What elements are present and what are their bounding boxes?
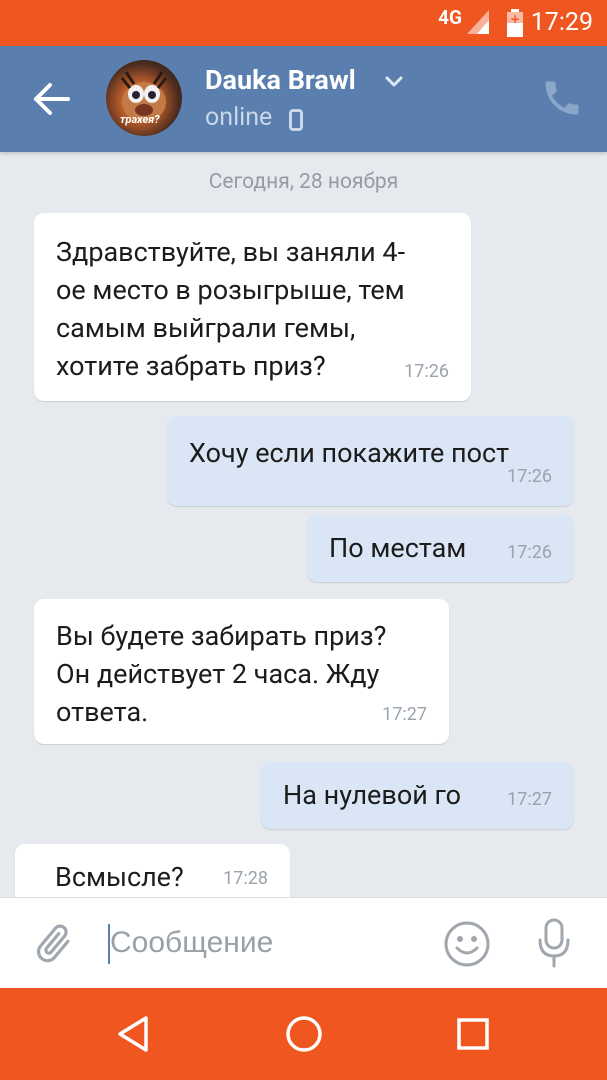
- message-text-line: ое место в розыгрыше, тем: [56, 274, 405, 306]
- voice-message-button[interactable]: [532, 916, 576, 970]
- message-time: 17:27: [507, 789, 552, 810]
- message-bubble-incoming[interactable]: Вы будете забирать приз? Он действует 2 …: [34, 599, 449, 744]
- message-bubble-outgoing[interactable]: Хочу если покажите пост 17:26: [167, 416, 574, 506]
- triangle-back-icon: [118, 1016, 148, 1052]
- message-bubble-outgoing[interactable]: По местам 17:26: [307, 515, 574, 582]
- paperclip-icon: [37, 924, 70, 963]
- message-text-line: Вы будете забирать приз?: [56, 620, 387, 652]
- phone-icon: [545, 81, 579, 115]
- battery-icon: +: [507, 9, 523, 41]
- avatar-caption: трахея?: [120, 113, 160, 126]
- message-text-line: Он действует 2 часа. Жду: [56, 658, 380, 690]
- message-bubble-incoming[interactable]: Здравствуйте, вы заняли 4- ое место в ро…: [34, 213, 471, 401]
- online-status: online: [205, 103, 273, 132]
- chat-header: трахея? Dauka Brawl online: [0, 46, 607, 152]
- circle-home-icon: [286, 1016, 322, 1052]
- message-bubble-incoming[interactable]: Всмысле? 17:28: [15, 844, 290, 897]
- avatar[interactable]: трахея?: [106, 60, 182, 136]
- date-separator: Сегодня, 28 ноября: [208, 170, 399, 194]
- microphone-icon: [538, 918, 570, 968]
- nav-back-button[interactable]: [112, 1012, 156, 1056]
- signal-icon: [467, 10, 489, 38]
- system-nav-bar: [0, 988, 607, 1080]
- message-composer: [0, 897, 607, 988]
- message-text-line: Здравствуйте, вы заняли 4-: [56, 236, 406, 268]
- message-list[interactable]: Сегодня, 28 ноября Здравствуйте, вы заня…: [0, 152, 607, 897]
- back-button[interactable]: [24, 74, 80, 124]
- square-recent-icon: [457, 1018, 489, 1050]
- message-text-line: самым выйграли гемы,: [56, 312, 356, 344]
- nav-recent-apps-button[interactable]: [451, 1012, 495, 1056]
- message-time: 17:26: [404, 361, 449, 382]
- message-time: 17:26: [507, 542, 552, 563]
- status-bar: 4G + 17:29: [0, 0, 607, 46]
- message-input[interactable]: [110, 918, 430, 968]
- call-button[interactable]: [540, 76, 584, 120]
- message-bubble-outgoing[interactable]: На нулевой го 17:27: [261, 762, 574, 829]
- network-type: 4G: [438, 6, 462, 29]
- chat-title[interactable]: Dauka Brawl: [205, 64, 356, 96]
- clock: 17:29: [530, 8, 593, 37]
- mobile-device-icon: [289, 109, 303, 131]
- emoji-button[interactable]: [442, 919, 492, 969]
- message-time: 17:26: [507, 466, 552, 487]
- smiley-icon: [444, 921, 490, 967]
- arrow-left-icon: [34, 83, 70, 115]
- svg-text:+: +: [510, 12, 520, 26]
- message-time: 17:27: [382, 704, 427, 725]
- nav-home-button[interactable]: [282, 1012, 326, 1056]
- attach-button[interactable]: [30, 920, 78, 968]
- message-time: 17:28: [223, 868, 268, 889]
- chevron-down-icon[interactable]: [385, 76, 403, 88]
